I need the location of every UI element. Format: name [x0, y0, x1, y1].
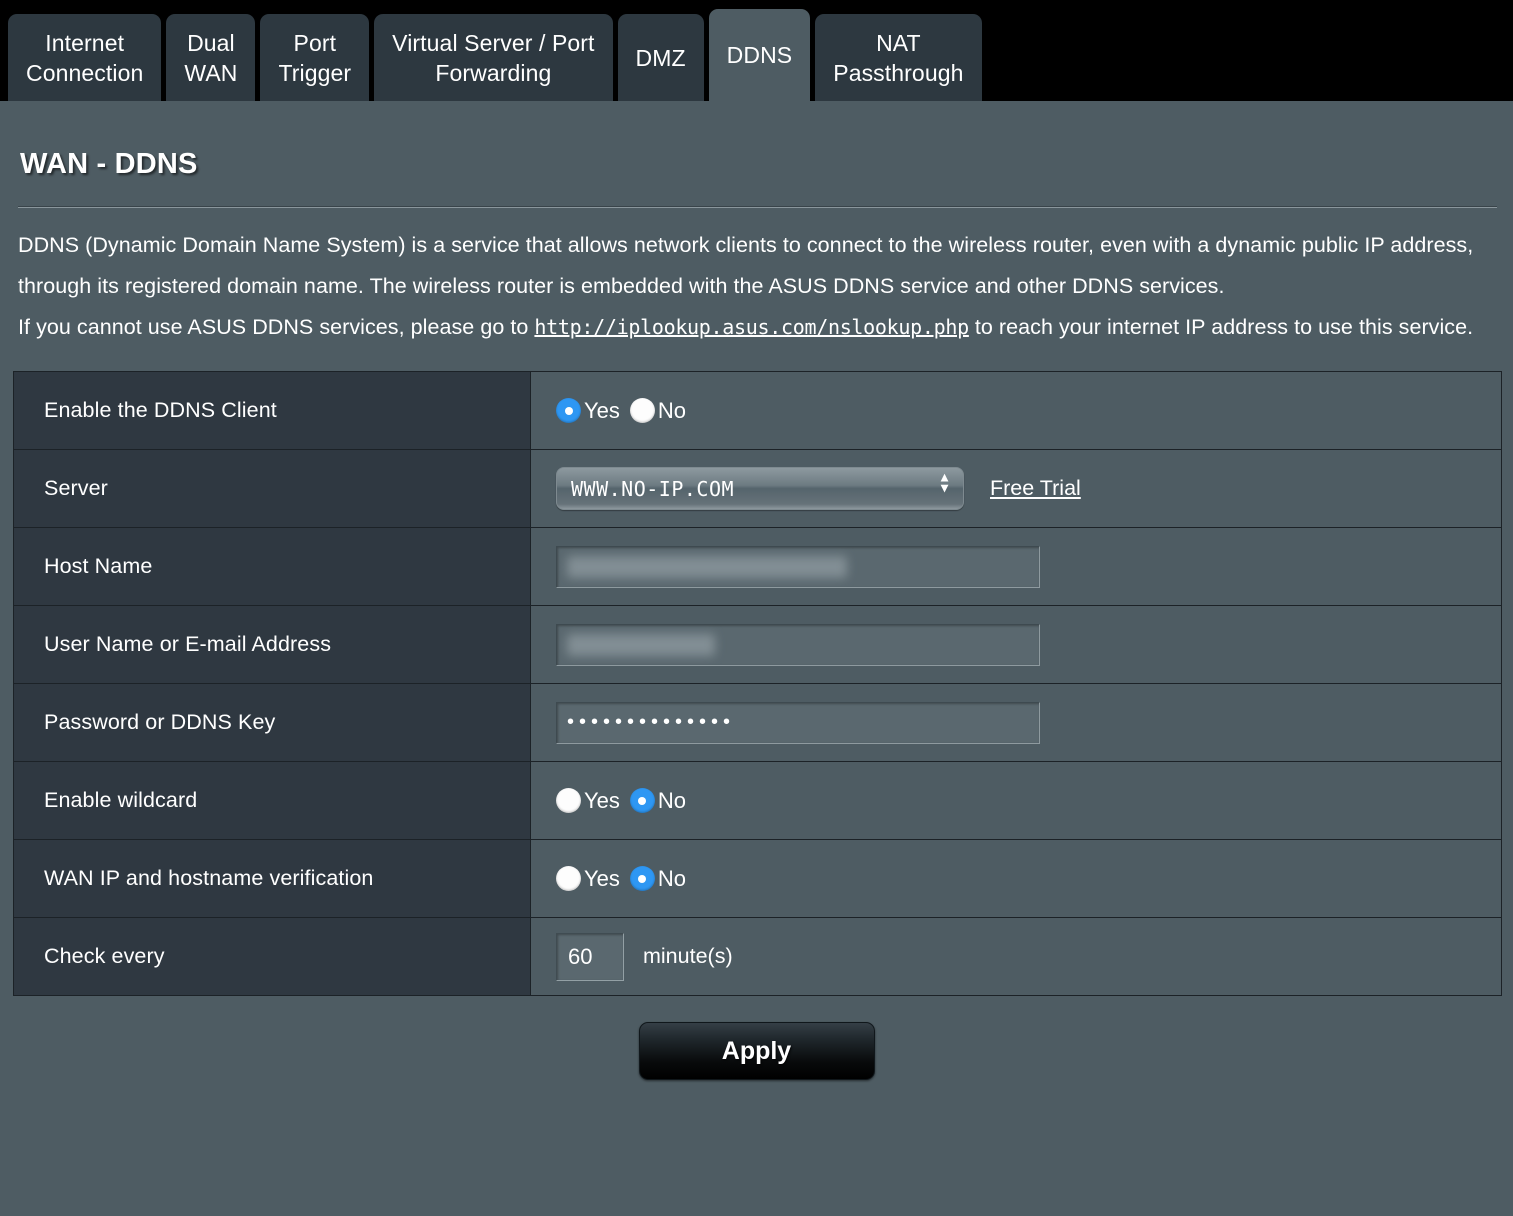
value-host-name — [530, 527, 1502, 606]
radio-button-on-icon[interactable] — [629, 866, 655, 891]
radio-button-off-icon[interactable] — [629, 398, 655, 423]
table-row-wildcard: Enable wildcard Yes No — [13, 761, 1502, 840]
radio-label-yes: Yes — [584, 865, 620, 891]
ddns-settings-table: Enable the DDNS Client Yes No Server WWW… — [13, 371, 1502, 996]
tab-internet-connection[interactable]: Internet Connection — [8, 14, 162, 101]
radio-enable-ddns-yes[interactable]: Yes — [556, 398, 620, 424]
tab-ddns[interactable]: DDNS — [708, 9, 811, 101]
tab-dual-wan[interactable]: Dual WAN — [166, 14, 256, 101]
value-wan-ip-verification: Yes No — [530, 839, 1502, 918]
check-interval-value: 60 — [568, 943, 593, 969]
radio-label-yes: Yes — [584, 787, 620, 813]
tab-nat-passthrough[interactable]: NAT Passthrough — [815, 14, 982, 101]
label-password: Password or DDNS Key — [13, 683, 531, 762]
description-paragraph-2: If you cannot use ASUS DDNS services, pl… — [18, 307, 1493, 348]
tab-label: Internet Connection — [26, 29, 144, 86]
check-interval-row: 60 minute(s) — [556, 932, 1501, 981]
table-row-host-name: Host Name — [13, 527, 1502, 606]
radio-button-off-icon[interactable] — [556, 866, 581, 891]
tab-label: Virtual Server / Port Forwarding — [392, 29, 595, 86]
value-server: WWW.NO-IP.COM ▲ ▼ Free Trial — [530, 449, 1502, 528]
description-paragraph-1: DDNS (Dynamic Domain Name System) is a s… — [18, 233, 1474, 298]
tab-label: Dual WAN — [184, 29, 238, 86]
tab-bar: Internet Connection Dual WAN Port Trigge… — [0, 0, 1513, 101]
redacted-user-name-value — [567, 633, 715, 656]
radio-group-enable-ddns: Yes No — [556, 398, 1501, 424]
tab-port-trigger[interactable]: Port Trigger — [260, 14, 370, 101]
radio-wildcard-no[interactable]: No — [629, 787, 687, 814]
tab-virtual-server-port-forwarding[interactable]: Virtual Server / Port Forwarding — [374, 14, 613, 101]
label-enable-ddns: Enable the DDNS Client — [13, 371, 531, 450]
label-host-name: Host Name — [13, 527, 531, 606]
apply-button-container: Apply — [12, 1022, 1501, 1080]
server-select[interactable]: WWW.NO-IP.COM ▲ ▼ — [556, 467, 964, 510]
description-text-after-link: to reach your internet IP address to use… — [968, 315, 1474, 339]
radio-label-yes: Yes — [584, 397, 620, 423]
table-row-check-every: Check every 60 minute(s) — [13, 917, 1502, 996]
free-trial-link[interactable]: Free Trial — [990, 476, 1081, 501]
apply-button[interactable]: Apply — [638, 1022, 875, 1080]
radio-wan-ip-verification-no[interactable]: No — [629, 865, 687, 892]
server-select-value: WWW.NO-IP.COM — [571, 476, 735, 501]
value-check-every: 60 minute(s) — [530, 917, 1502, 996]
value-user-name — [530, 605, 1502, 684]
radio-label-no: No — [657, 787, 687, 813]
table-row-enable-ddns: Enable the DDNS Client Yes No — [13, 371, 1502, 450]
label-wan-ip-verification: WAN IP and hostname verification — [13, 839, 531, 918]
description-text-before-link: If you cannot use ASUS DDNS services, pl… — [18, 315, 535, 339]
tab-label: NAT Passthrough — [833, 29, 964, 86]
radio-group-wildcard: Yes No — [556, 788, 1501, 814]
table-row-password: Password or DDNS Key •••••••••••••• — [13, 683, 1502, 762]
redacted-host-name-value — [567, 555, 847, 578]
radio-button-on-icon[interactable] — [629, 788, 655, 813]
value-password: •••••••••••••• — [530, 683, 1502, 762]
tab-label: DDNS — [726, 42, 793, 68]
iplookup-link[interactable]: http://iplookup.asus.com/nslookup.php — [534, 315, 969, 339]
radio-button-on-icon[interactable] — [556, 398, 581, 423]
page-title: WAN - DDNS — [20, 148, 198, 180]
tab-dmz[interactable]: DMZ — [617, 14, 704, 101]
tab-label: DMZ — [635, 44, 686, 71]
radio-wildcard-yes[interactable]: Yes — [556, 788, 620, 814]
value-wildcard: Yes No — [530, 761, 1502, 840]
password-input[interactable]: •••••••••••••• — [556, 701, 1040, 744]
radio-enable-ddns-no[interactable]: No — [629, 397, 687, 424]
label-user-name: User Name or E-mail Address — [13, 605, 531, 684]
server-select-row: WWW.NO-IP.COM ▲ ▼ Free Trial — [556, 467, 1501, 510]
radio-label-no: No — [657, 397, 687, 423]
label-check-every: Check every — [13, 917, 531, 996]
radio-label-no: No — [657, 865, 687, 891]
chevron-updown-icon: ▲ ▼ — [940, 469, 949, 496]
radio-button-off-icon[interactable] — [556, 788, 581, 813]
check-interval-input[interactable]: 60 — [556, 932, 624, 981]
table-row-user-name: User Name or E-mail Address — [13, 605, 1502, 684]
check-interval-unit: minute(s) — [643, 944, 733, 968]
label-wildcard: Enable wildcard — [13, 761, 531, 840]
content-panel: WAN - DDNS DDNS (Dynamic Domain Name Sys… — [0, 101, 1513, 1216]
host-name-input[interactable] — [556, 545, 1040, 588]
radio-group-wan-ip-verification: Yes No — [556, 866, 1501, 892]
table-row-server: Server WWW.NO-IP.COM ▲ ▼ Free Trial — [13, 449, 1502, 528]
radio-wan-ip-verification-yes[interactable]: Yes — [556, 866, 620, 892]
table-row-wan-ip-verification: WAN IP and hostname verification Yes No — [13, 839, 1502, 918]
label-server: Server — [13, 449, 531, 528]
password-masked-value: •••••••••••••• — [567, 711, 736, 733]
page-description: DDNS (Dynamic Domain Name System) is a s… — [12, 208, 1501, 348]
tab-label: Port Trigger — [278, 29, 352, 86]
value-enable-ddns: Yes No — [530, 371, 1502, 450]
user-name-input[interactable] — [556, 623, 1040, 666]
